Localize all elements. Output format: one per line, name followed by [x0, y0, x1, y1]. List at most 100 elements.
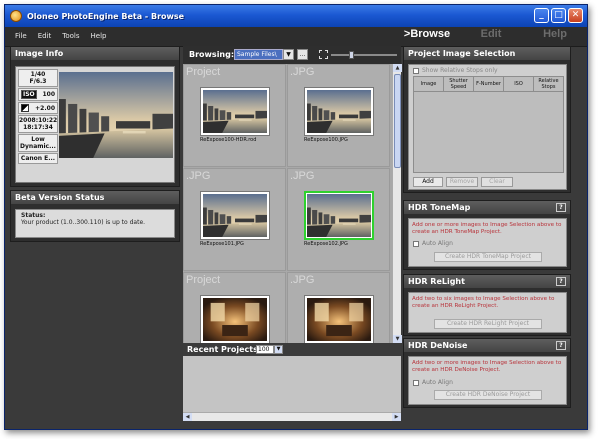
thumbnail-tile[interactable]: .JPG [287, 272, 390, 343]
project-selection-content: Show Relative Stops only Image Shutter S… [408, 64, 567, 190]
add-button[interactable]: Add [413, 177, 443, 187]
tonemap-auto-align[interactable]: Auto Align [413, 240, 453, 247]
denoise-message: Add two or more images to Image Selectio… [412, 360, 562, 373]
thumbnail-image [200, 295, 270, 343]
col-relative-stops[interactable]: Relative Stops [534, 77, 563, 91]
denoise-auto-align-checkbox[interactable] [413, 379, 419, 386]
dynamic-range: Low Dynamic... [18, 134, 58, 152]
scroll-up-arrow-icon[interactable]: ▲ [393, 64, 402, 72]
thumbnail-image [304, 295, 374, 343]
minimize-button[interactable]: _ [534, 8, 549, 23]
fit-to-window-icon[interactable] [319, 50, 328, 59]
tab-edit[interactable]: Edit [459, 28, 523, 40]
relative-stops-option[interactable]: Show Relative Stops only [413, 67, 498, 74]
thumbnail-image [200, 191, 270, 240]
browse-toolbar: Browsing: Sample Files\ ▼ ... [183, 46, 401, 64]
thumbnail-image [304, 191, 374, 240]
tonemap-message: Add one or more images to Image Selectio… [412, 222, 562, 235]
tab-help[interactable]: Help [523, 28, 587, 40]
tile-type: Project [186, 274, 221, 286]
relight-message: Add two to six images to Image Selection… [412, 296, 555, 309]
denoise-auto-align-label: Auto Align [422, 379, 453, 386]
project-selection-panel: Project Image Selection Show Relative St… [403, 46, 571, 193]
tile-type: .JPG [290, 274, 315, 286]
thumbnail-tile[interactable]: .JPG ReExpose101.JPG [183, 168, 286, 271]
menu-help[interactable]: Help [91, 32, 107, 40]
recent-count-dropdown-button[interactable]: ▼ [274, 345, 283, 354]
tonemap-auto-align-checkbox[interactable] [413, 240, 419, 247]
zoom-slider-thumb[interactable] [349, 51, 354, 59]
ev-value: +2.00 [35, 104, 55, 112]
date-value: 2008:10:22 [19, 117, 58, 124]
close-button[interactable]: ✕ [568, 8, 583, 23]
relative-stops-checkbox[interactable] [413, 67, 419, 74]
exposure-aperture: 1/40 F/6.3 [18, 69, 58, 87]
recent-projects-bar: Recent Projects: 100 ▼ [183, 343, 401, 356]
mode-tabs: >Browse Edit Help [395, 28, 587, 40]
thumbnail-tile-selected[interactable]: .JPG ReExpose102.JPG [287, 168, 390, 271]
create-relight-button[interactable]: Create HDR ReLight Project [434, 319, 542, 329]
browse-folder-button[interactable]: ... [297, 49, 308, 60]
remove-button[interactable]: Remove [446, 177, 478, 187]
status-label: Status: [21, 212, 46, 219]
thumbnail-tile[interactable]: .JPG ReExpose100.JPG [287, 64, 390, 167]
col-image[interactable]: Image [414, 77, 444, 91]
image-info-content: 1/40 F/6.3 ISO 100 +2.00 2008:10:22 18:1… [15, 66, 175, 183]
browsing-label: Browsing: [189, 50, 235, 59]
relight-help-icon[interactable]: ? [556, 277, 566, 286]
tile-filename: ReExpose100.JPG [304, 137, 348, 143]
window-title: Oloneo PhotoEngine Beta - Browse [27, 11, 185, 21]
thumbnail-zoom-slider[interactable] [331, 51, 397, 59]
recent-count-select[interactable]: 100 [256, 345, 274, 354]
hdr-relight-title: HDR ReLight [404, 275, 570, 288]
menu-edit[interactable]: Edit [38, 32, 52, 40]
denoise-content: Add two or more images to Image Selectio… [408, 356, 567, 405]
folder-dropdown-button[interactable]: ▼ [283, 49, 294, 60]
recent-horizontal-scrollbar[interactable]: ◀ ▶ [183, 412, 401, 421]
maximize-button[interactable]: □ [551, 8, 566, 23]
beta-status-box: Status: Your product (1.0..300.110) is u… [15, 209, 175, 238]
project-selection-title: Project Image Selection [404, 47, 570, 60]
create-denoise-button[interactable]: Create HDR DeNoise Project [434, 390, 542, 400]
image-selection-table[interactable]: Image Shutter Speed F-Number ISO Relativ… [413, 76, 564, 173]
hdr-denoise-title: HDR DeNoise [404, 339, 570, 352]
col-iso[interactable]: ISO [504, 77, 534, 91]
thumbnail-tile[interactable]: Project [183, 272, 286, 343]
col-shutter-speed[interactable]: Shutter Speed [444, 77, 474, 91]
time-value: 18:17:34 [23, 124, 53, 131]
iso-value: 100 [42, 91, 55, 98]
scroll-right-arrow-icon[interactable]: ▶ [392, 413, 401, 421]
relight-content: Add two to six images to Image Selection… [408, 292, 567, 333]
aperture-value: F/6.3 [29, 78, 47, 85]
denoise-auto-align[interactable]: Auto Align [413, 379, 453, 386]
tile-filename: ReExpose101.JPG [200, 241, 244, 247]
tonemap-help-icon[interactable]: ? [556, 203, 566, 212]
hdr-tonemap-title: HDR ToneMap [404, 201, 570, 214]
clear-button[interactable]: Clear [481, 177, 513, 187]
thumbnail-tile[interactable]: Project ReExpose100-HDR.rod [183, 64, 286, 167]
tile-filename: ReExpose102.JPG [304, 241, 348, 247]
col-f-number[interactable]: F-Number [474, 77, 504, 91]
hdr-tonemap-panel: HDR ToneMap ? Add one or more images to … [403, 200, 571, 270]
grid-vertical-scrollbar[interactable]: ▲ ▼ [392, 64, 402, 343]
recent-projects-list[interactable] [183, 356, 401, 412]
menu-file[interactable]: File [15, 32, 27, 40]
ev-row: +2.00 [18, 102, 58, 114]
tile-type: .JPG [186, 170, 211, 182]
tab-browse[interactable]: >Browse [395, 28, 459, 40]
folder-select[interactable]: Sample Files\ [234, 49, 283, 60]
menu-tools[interactable]: Tools [62, 32, 79, 40]
denoise-help-icon[interactable]: ? [556, 341, 566, 350]
exif-list: 1/40 F/6.3 ISO 100 +2.00 2008:10:22 18:1… [18, 69, 58, 165]
scroll-down-arrow-icon[interactable]: ▼ [393, 335, 402, 343]
relative-stops-label: Show Relative Stops only [422, 67, 498, 74]
menu-bar: File Edit Tools Help >Browse Edit Help [5, 27, 587, 47]
create-tonemap-button[interactable]: Create HDR ToneMap Project [434, 252, 542, 262]
table-header: Image Shutter Speed F-Number ISO Relativ… [414, 77, 563, 92]
scrollbar-thumb[interactable] [394, 74, 401, 168]
hdr-denoise-panel: HDR DeNoise ? Add two or more images to … [403, 338, 571, 408]
tonemap-auto-align-label: Auto Align [422, 240, 453, 247]
title-bar[interactable]: Oloneo PhotoEngine Beta - Browse _ □ ✕ [5, 5, 587, 27]
image-info-panel: Image Info 1/40 F/6.3 ISO 100 +2.00 2008… [10, 46, 180, 187]
scroll-left-arrow-icon[interactable]: ◀ [183, 413, 192, 421]
